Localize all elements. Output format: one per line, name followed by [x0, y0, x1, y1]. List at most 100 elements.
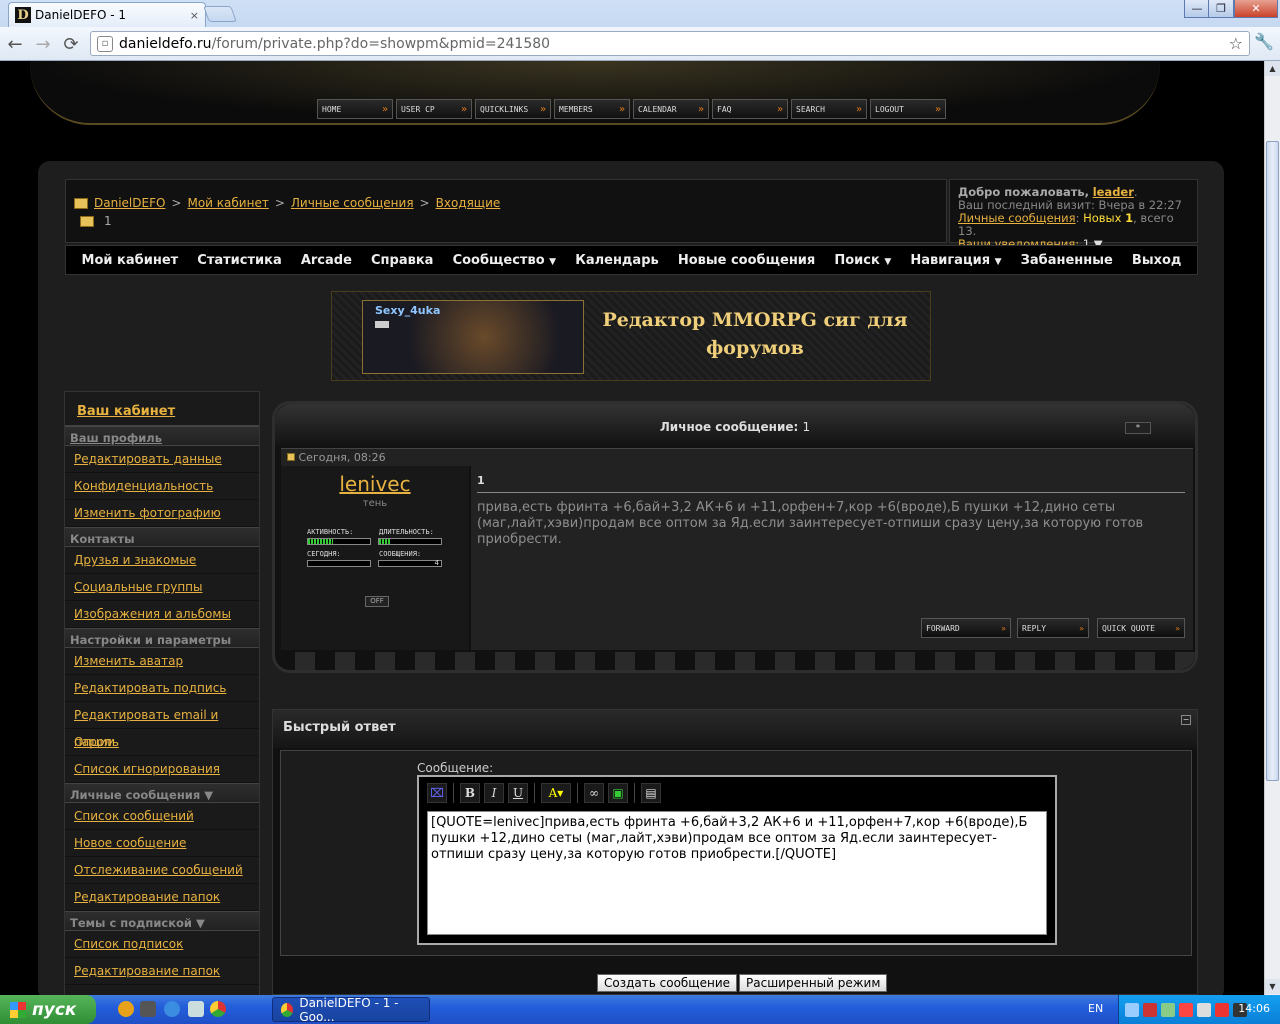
chrome-icon[interactable] — [210, 1001, 226, 1017]
sidebar-item-pm-folders[interactable]: Редактирование папок — [65, 884, 259, 911]
desktop-icon[interactable] — [188, 1001, 204, 1017]
reply-button[interactable]: REPLY» — [1017, 618, 1089, 638]
bold-icon[interactable]: B — [460, 783, 480, 803]
menu-search[interactable]: Поиск ▼ — [834, 253, 891, 268]
message-textarea[interactable]: [QUOTE=lenivec]прива,есть фринта +6,бай+… — [427, 811, 1047, 935]
forward-icon[interactable]: → — [32, 34, 54, 55]
topnav-faq[interactable]: FAQ» — [712, 99, 788, 119]
sidebar-section-profile[interactable]: Ваш профиль — [65, 426, 259, 446]
menu-community[interactable]: Сообщество ▼ — [453, 253, 557, 268]
breadcrumb-cabinet[interactable]: Мой кабинет — [187, 196, 268, 210]
advanced-mode-button[interactable]: Расширенный режим — [739, 974, 888, 992]
sidebar-item-edit-profile[interactable]: Редактировать данные — [65, 446, 259, 473]
username-link[interactable]: leader — [1093, 185, 1134, 199]
browser-tab[interactable]: D DanielDEFO - 1 × — [8, 2, 206, 27]
sidebar-item-privacy[interactable]: Конфиденциальность — [65, 473, 259, 500]
sidebar-section-subscriptions[interactable]: Темы с подпиской ▼ — [65, 911, 259, 931]
quicklaunch-app-icon[interactable] — [118, 1001, 134, 1017]
maximize-button[interactable]: ❐ — [1208, 0, 1234, 18]
scroll-down-icon[interactable]: ▼ — [1265, 979, 1280, 994]
collapse-icon[interactable]: − — [1181, 715, 1191, 725]
ad-banner[interactable]: Sexy_4uka Редактор MMORPG сиг для форумо… — [331, 291, 931, 381]
sidebar-item-email[interactable]: Редактировать email и пароль — [65, 702, 259, 749]
menu-new-posts[interactable]: Новые сообщения — [678, 253, 815, 268]
menu-arcade[interactable]: Arcade — [301, 253, 352, 268]
remove-format-icon[interactable]: ⌧ — [427, 783, 447, 803]
topnav-logout[interactable]: LOGOUT» — [870, 99, 946, 119]
language-indicator[interactable]: EN — [1088, 1002, 1103, 1015]
quick-reply-area: Сообщение: ⌧ B I U A▾ ∞ ▣ ▤ [QUOTE=leniv… — [280, 750, 1192, 956]
underline-icon[interactable]: U — [508, 783, 528, 803]
online-status: OFF — [365, 596, 389, 607]
tray-app-icon[interactable] — [1161, 1002, 1175, 1017]
vertical-scrollbar[interactable]: ▲ ▼ — [1264, 61, 1280, 995]
sidebar-head[interactable]: Ваш кабинет — [65, 392, 259, 426]
network-icon[interactable] — [1125, 1002, 1139, 1017]
opera-icon[interactable] — [1179, 1002, 1193, 1017]
minimize-button[interactable]: — — [1184, 0, 1210, 18]
topnav-members[interactable]: MEMBERS» — [554, 99, 630, 119]
taskbar: пуск DanielDEFO - 1 - Goo... EN 14:06 — [0, 995, 1280, 1024]
breadcrumb-pm[interactable]: Личные сообщения — [291, 196, 414, 210]
close-window-button[interactable]: ✕ — [1234, 0, 1278, 18]
sidebar-item-signature[interactable]: Редактировать подпись — [65, 675, 259, 702]
quick-quote-button[interactable]: QUICK QUOTE» — [1097, 618, 1185, 638]
double-chevron-icon: » — [1001, 623, 1006, 633]
wrench-icon[interactable]: 🔧 — [1254, 32, 1274, 51]
image-icon[interactable]: ▣ — [608, 783, 628, 803]
topnav-search[interactable]: SEARCH» — [791, 99, 867, 119]
font-color-icon[interactable]: A▾ — [541, 783, 571, 803]
sidebar-item-albums[interactable]: Изображения и альбомы — [65, 601, 259, 628]
italic-icon[interactable]: I — [484, 783, 504, 803]
pm-username[interactable]: lenivec — [281, 472, 469, 496]
quicklaunch-media-icon[interactable] — [140, 1001, 156, 1017]
sidebar-item-photo[interactable]: Изменить фотографию — [65, 500, 259, 527]
new-tab-button[interactable] — [203, 6, 237, 22]
link-icon[interactable]: ∞ — [584, 783, 604, 803]
submit-button[interactable]: Создать сообщение — [597, 974, 738, 992]
scroll-up-icon[interactable]: ▲ — [1265, 61, 1280, 76]
pm-user-title: тень — [362, 498, 388, 509]
sidebar-item-pm-track[interactable]: Отслеживание сообщений — [65, 857, 259, 884]
sidebar-item-friends[interactable]: Друзья и знакомые — [65, 547, 259, 574]
tray-alert-icon[interactable] — [1215, 1002, 1229, 1017]
topnav-calendar[interactable]: CALENDAR» — [633, 99, 709, 119]
breadcrumb-inbox[interactable]: Входящие — [436, 196, 501, 210]
start-button[interactable]: пуск — [0, 995, 96, 1024]
sidebar-item-subs-folders[interactable]: Редактирование папок — [65, 958, 259, 985]
sidebar-item-pm-list[interactable]: Список сообщений — [65, 803, 259, 830]
ie-icon[interactable] — [164, 1001, 180, 1017]
collapse-button[interactable]: * — [1125, 422, 1151, 434]
menu-banned[interactable]: Забаненные — [1021, 253, 1113, 268]
sidebar-item-subs-list[interactable]: Список подписок — [65, 931, 259, 958]
pm-new-count: 1 — [1125, 211, 1134, 225]
bookmark-star-icon[interactable]: ☆ — [1229, 34, 1243, 53]
sidebar-item-ignore[interactable]: Список игнорирования — [65, 756, 259, 783]
topnav-usercp[interactable]: USER CP» — [396, 99, 472, 119]
sidebar-item-groups[interactable]: Социальные группы — [65, 574, 259, 601]
forward-button[interactable]: FORWARD» — [921, 618, 1011, 638]
volume-icon[interactable] — [1197, 1002, 1211, 1017]
menu-cabinet[interactable]: Мой кабинет — [82, 253, 179, 268]
sidebar-item-options[interactable]: Опции — [65, 729, 259, 756]
menu-stats[interactable]: Статистика — [197, 253, 281, 268]
scroll-thumb[interactable] — [1266, 141, 1279, 781]
quote-icon[interactable]: ▤ — [641, 783, 661, 803]
reload-icon[interactable]: ⟳ — [60, 34, 82, 55]
sidebar-item-avatar[interactable]: Изменить аватар — [65, 648, 259, 675]
menu-calendar[interactable]: Календарь — [575, 253, 659, 268]
address-bar[interactable]: ▫ danieldefo.ru/forum/private.php?do=sho… — [90, 31, 1250, 56]
topnav-quicklinks[interactable]: QUICKLINKS» — [475, 99, 551, 119]
menu-navigation[interactable]: Навигация ▼ — [910, 253, 1001, 268]
sidebar-item-pm-new[interactable]: Новое сообщение — [65, 830, 259, 857]
taskbar-item-chrome[interactable]: DanielDEFO - 1 - Goo... — [272, 996, 430, 1024]
menu-logout[interactable]: Выход — [1132, 253, 1181, 268]
security-icon[interactable] — [1143, 1002, 1157, 1017]
back-icon[interactable]: ← — [4, 34, 26, 55]
sidebar-section-pm[interactable]: Личные сообщения ▼ — [65, 783, 259, 803]
tab-close-icon[interactable]: × — [190, 9, 199, 22]
pm-link[interactable]: Личные сообщения — [958, 211, 1076, 225]
topnav-home[interactable]: HOME» — [317, 99, 393, 119]
breadcrumb-home[interactable]: DanielDEFO — [94, 196, 165, 210]
menu-help[interactable]: Справка — [371, 253, 433, 268]
